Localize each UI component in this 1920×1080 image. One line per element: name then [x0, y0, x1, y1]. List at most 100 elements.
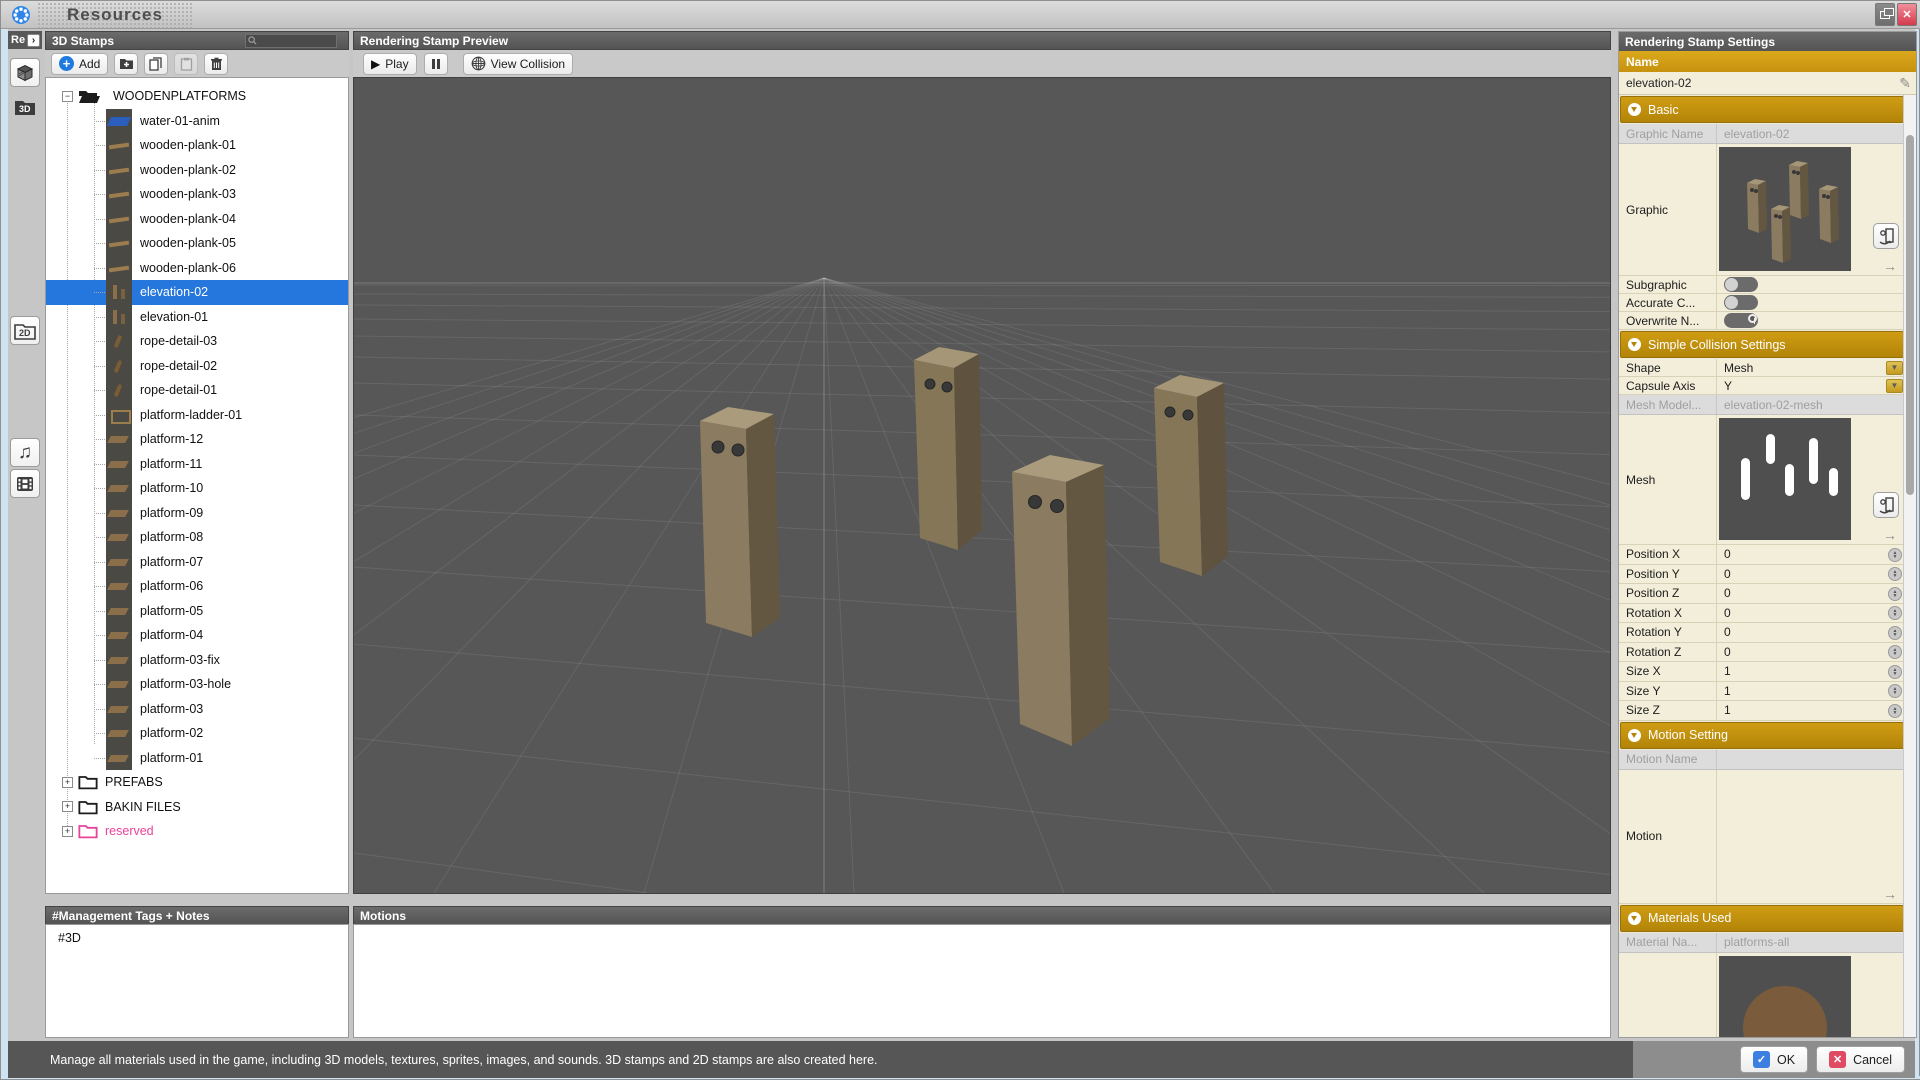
tree-folder[interactable]: + PREFABS: [46, 770, 348, 795]
collision-section-header[interactable]: Simple Collision Settings: [1620, 331, 1904, 358]
settings-scrollbar[interactable]: [1903, 95, 1916, 1037]
tree-item[interactable]: water-01-anim: [46, 109, 348, 134]
duplicate-button[interactable]: [144, 53, 168, 75]
transform-value-field[interactable]: 0 ▲▼: [1717, 565, 1905, 584]
view-collision-button[interactable]: View Collision: [463, 53, 573, 75]
expand-icon[interactable]: +: [62, 777, 73, 788]
tree-item[interactable]: platform-12: [46, 427, 348, 452]
tree-item[interactable]: wooden-plank-04: [46, 207, 348, 232]
tree-item[interactable]: platform-01: [46, 746, 348, 771]
tags-notes-area[interactable]: #3D: [45, 924, 349, 1038]
tree-item[interactable]: platform-03: [46, 697, 348, 722]
tree-item[interactable]: wooden-plank-06: [46, 256, 348, 281]
ok-button[interactable]: ✓ OK: [1740, 1046, 1808, 1073]
tree-item[interactable]: wooden-plank-02: [46, 158, 348, 183]
item-thumbnail: [106, 354, 132, 379]
tree-item[interactable]: wooden-plank-03: [46, 182, 348, 207]
expand-rail-icon[interactable]: ›: [27, 34, 40, 47]
tree-item[interactable]: rope-detail-03: [46, 329, 348, 354]
tree-item[interactable]: wooden-plank-01: [46, 133, 348, 158]
transform-value-field[interactable]: 0 ▲▼: [1717, 643, 1905, 662]
capsule-axis-dropdown[interactable]: ▼: [1886, 379, 1903, 393]
pause-button[interactable]: [424, 53, 448, 75]
export-graphic-button[interactable]: [1873, 223, 1899, 249]
spinner-icon[interactable]: ▲▼: [1888, 684, 1902, 698]
edit-pencil-icon[interactable]: ✎: [1899, 75, 1911, 92]
tree-item[interactable]: platform-06: [46, 574, 348, 599]
title-bar[interactable]: Resources ✕: [1, 1, 1920, 29]
item-label: platform-07: [140, 555, 203, 569]
window-title: Resources: [37, 2, 193, 28]
spinner-icon[interactable]: ▲▼: [1888, 665, 1902, 679]
name-value-field[interactable]: elevation-02 ✎: [1619, 72, 1917, 95]
motion-list-area[interactable]: →: [1717, 770, 1905, 903]
resources-rail-tab[interactable]: Re ›: [8, 31, 42, 49]
materials-section-header[interactable]: Materials Used: [1620, 905, 1904, 932]
tree-item[interactable]: rope-detail-01: [46, 378, 348, 403]
tree-folder[interactable]: + BAKIN FILES: [46, 795, 348, 820]
paste-button[interactable]: [174, 53, 198, 75]
float-window-button[interactable]: [1875, 3, 1895, 26]
add-button[interactable]: + Add: [51, 53, 108, 75]
tree-item[interactable]: platform-03-hole: [46, 672, 348, 697]
spinner-icon[interactable]: ▲▼: [1888, 587, 1902, 601]
tree-item[interactable]: platform-03-fix: [46, 648, 348, 673]
spinner-icon[interactable]: ▲▼: [1888, 567, 1902, 581]
tree-root-folder[interactable]: − WOODENPLATFORMS: [46, 84, 348, 109]
accurate-collision-toggle[interactable]: [1724, 295, 1758, 310]
collapse-icon[interactable]: −: [62, 91, 73, 102]
rail-audio-button[interactable]: ♫: [10, 438, 40, 467]
goto-arrow-icon[interactable]: →: [1883, 260, 1897, 272]
goto-arrow-icon[interactable]: →: [1883, 888, 1897, 900]
export-mesh-button[interactable]: [1873, 492, 1899, 518]
tree-item[interactable]: platform-09: [46, 501, 348, 526]
expand-icon[interactable]: +: [62, 826, 73, 837]
3d-viewport[interactable]: [353, 77, 1611, 894]
basic-section-header[interactable]: Basic: [1620, 96, 1904, 123]
transform-value-field[interactable]: 0 ▲▼: [1717, 584, 1905, 603]
expand-icon[interactable]: +: [62, 801, 73, 812]
delete-button[interactable]: [204, 53, 228, 75]
tree-item[interactable]: platform-07: [46, 550, 348, 575]
motion-section-header[interactable]: Motion Setting: [1620, 722, 1904, 749]
transform-value-field[interactable]: 0 ▲▼: [1717, 604, 1905, 623]
transform-value-field[interactable]: 1 ▲▼: [1717, 662, 1905, 681]
rail-3d-folder-button[interactable]: 3D: [10, 92, 40, 121]
spinner-icon[interactable]: ▲▼: [1888, 645, 1902, 659]
shape-dropdown[interactable]: ▼: [1886, 361, 1903, 375]
tree-item[interactable]: elevation-02: [46, 280, 348, 305]
tree-item[interactable]: elevation-01: [46, 305, 348, 330]
rail-video-button[interactable]: [10, 469, 40, 498]
tree-item[interactable]: platform-ladder-01: [46, 403, 348, 428]
transform-value-field[interactable]: 0 ▲▼: [1717, 545, 1905, 564]
rail-2d-folder-button[interactable]: 2D: [10, 316, 40, 345]
tree-item[interactable]: platform-08: [46, 525, 348, 550]
stamps-search-box[interactable]: [245, 34, 337, 48]
tree-folder[interactable]: + reserved: [46, 819, 348, 844]
tree-item[interactable]: platform-02: [46, 721, 348, 746]
close-button[interactable]: ✕: [1897, 3, 1917, 26]
spinner-icon[interactable]: ▲▼: [1888, 548, 1902, 562]
subgraphic-toggle[interactable]: [1724, 277, 1758, 292]
tree-item[interactable]: wooden-plank-05: [46, 231, 348, 256]
search-input[interactable]: [259, 35, 334, 46]
scrollbar-thumb[interactable]: [1906, 135, 1914, 495]
rail-3d-stamps-button[interactable]: [10, 58, 40, 87]
spinner-icon[interactable]: ▲▼: [1888, 626, 1902, 640]
spinner-icon[interactable]: ▲▼: [1888, 606, 1902, 620]
spinner-icon[interactable]: ▲▼: [1888, 704, 1902, 718]
tree-item[interactable]: platform-11: [46, 452, 348, 477]
transform-value-field[interactable]: 0 ▲▼: [1717, 623, 1905, 642]
tree-item[interactable]: platform-10: [46, 476, 348, 501]
play-button[interactable]: ▶ Play: [363, 53, 417, 75]
overwrite-toggle[interactable]: [1724, 313, 1758, 328]
tree-item[interactable]: rope-detail-02: [46, 354, 348, 379]
motions-list-area[interactable]: [353, 924, 1611, 1038]
transform-value-field[interactable]: 1 ▲▼: [1717, 701, 1905, 720]
tree-item[interactable]: platform-05: [46, 599, 348, 624]
goto-arrow-icon[interactable]: →: [1883, 529, 1897, 541]
cancel-button[interactable]: ✕ Cancel: [1816, 1046, 1905, 1073]
transform-value-field[interactable]: 1 ▲▼: [1717, 682, 1905, 701]
tree-item[interactable]: platform-04: [46, 623, 348, 648]
new-folder-button[interactable]: [114, 53, 138, 75]
